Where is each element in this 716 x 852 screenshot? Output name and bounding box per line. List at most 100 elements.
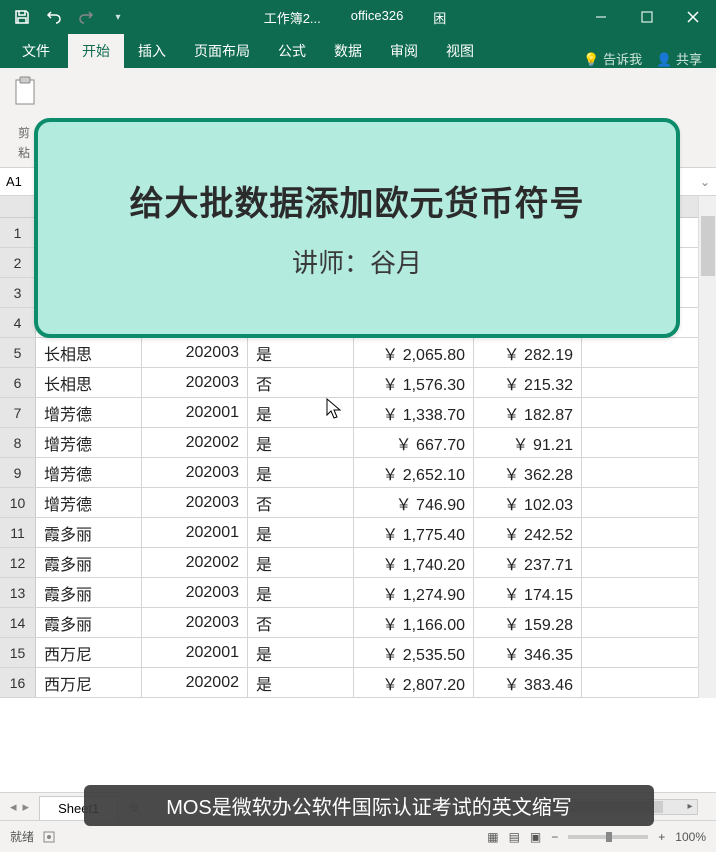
tell-me[interactable]: 💡 告诉我 (583, 49, 642, 68)
row-header[interactable]: 10 (0, 488, 36, 517)
tab-insert[interactable]: 插入 (124, 34, 180, 68)
cell-batch[interactable]: 202002 (142, 668, 248, 697)
cell-type[interactable]: 霞多丽 (36, 548, 142, 577)
row-header[interactable]: 8 (0, 428, 36, 457)
cell-batch[interactable]: 202003 (142, 488, 248, 517)
cell-type[interactable]: 西万尼 (36, 638, 142, 667)
zoom-in-icon[interactable]: + (658, 830, 665, 844)
cell-cn-price[interactable]: ￥ 2,652.10 (354, 458, 474, 487)
formula-dropdown-icon[interactable]: ⌄ (694, 175, 716, 189)
cell-type[interactable]: 西万尼 (36, 668, 142, 697)
cell-cn-price[interactable]: ￥ 1,274.90 (354, 578, 474, 607)
sheet-nav[interactable]: ◂▸ (0, 799, 39, 815)
row-header[interactable]: 13 (0, 578, 36, 607)
cell-type[interactable]: 霞多丽 (36, 608, 142, 637)
select-all-corner[interactable] (0, 196, 36, 217)
cell-organic[interactable]: 是 (248, 548, 354, 577)
cell-organic[interactable]: 是 (248, 428, 354, 457)
row-header[interactable]: 9 (0, 458, 36, 487)
cell-eu-price[interactable]: ￥ 242.52 (474, 518, 582, 547)
qat-dropdown-icon[interactable]: ▾ (104, 3, 132, 31)
cell-cn-price[interactable]: ￥ 1,576.30 (354, 368, 474, 397)
cell-cn-price[interactable]: ￥ 1,166.00 (354, 608, 474, 637)
cell-type[interactable]: 增芳德 (36, 398, 142, 427)
cell-eu-price[interactable]: ￥ 282.19 (474, 338, 582, 367)
view-break-icon[interactable]: ▣ (530, 830, 541, 844)
row-header[interactable]: 12 (0, 548, 36, 577)
cell-type[interactable]: 霞多丽 (36, 518, 142, 547)
view-layout-icon[interactable]: ▤ (509, 830, 520, 844)
view-normal-icon[interactable]: ▦ (487, 830, 498, 844)
cell-organic[interactable]: 是 (248, 668, 354, 697)
cell-organic[interactable]: 是 (248, 578, 354, 607)
cell-eu-price[interactable]: ￥ 91.21 (474, 428, 582, 457)
cell-eu-price[interactable]: ￥ 102.03 (474, 488, 582, 517)
zoom-out-icon[interactable]: − (551, 830, 558, 844)
cell-cn-price[interactable]: ￥ 1,740.20 (354, 548, 474, 577)
redo-icon[interactable] (72, 3, 100, 31)
cell-batch[interactable]: 202002 (142, 548, 248, 577)
tab-formulas[interactable]: 公式 (264, 34, 320, 68)
cell-eu-price[interactable]: ￥ 237.71 (474, 548, 582, 577)
cell-eu-price[interactable]: ￥ 159.28 (474, 608, 582, 637)
cell-eu-price[interactable]: ￥ 362.28 (474, 458, 582, 487)
cell-batch[interactable]: 202001 (142, 638, 248, 667)
cell-batch[interactable]: 202003 (142, 338, 248, 367)
row-header[interactable]: 6 (0, 368, 36, 397)
tab-view[interactable]: 视图 (432, 34, 488, 68)
cell-eu-price[interactable]: ￥ 383.46 (474, 668, 582, 697)
row-header[interactable]: 5 (0, 338, 36, 367)
cell-eu-price[interactable]: ￥ 215.32 (474, 368, 582, 397)
cell-eu-price[interactable]: ￥ 174.15 (474, 578, 582, 607)
row-header[interactable]: 7 (0, 398, 36, 427)
scroll-right-icon[interactable]: ▸ (683, 800, 697, 814)
row-header[interactable]: 2 (0, 248, 36, 277)
cell-organic[interactable]: 是 (248, 338, 354, 367)
cell-cn-price[interactable]: ￥ 746.90 (354, 488, 474, 517)
row-header[interactable]: 3 (0, 278, 36, 307)
zoom-slider[interactable] (568, 835, 648, 839)
cell-type[interactable]: 增芳德 (36, 488, 142, 517)
row-header[interactable]: 1 (0, 218, 36, 247)
row-header[interactable]: 15 (0, 638, 36, 667)
cell-type[interactable]: 长相思 (36, 338, 142, 367)
tab-file[interactable]: 文件 (4, 34, 68, 68)
cell-cn-price[interactable]: ￥ 667.70 (354, 428, 474, 457)
cell-organic[interactable]: 否 (248, 488, 354, 517)
share-button[interactable]: 👤 共享 (656, 49, 702, 68)
row-header[interactable]: 16 (0, 668, 36, 697)
maximize-icon[interactable] (624, 0, 670, 34)
minimize-icon[interactable] (578, 0, 624, 34)
cell-organic[interactable]: 否 (248, 368, 354, 397)
cell-batch[interactable]: 202003 (142, 578, 248, 607)
cell-eu-price[interactable]: ￥ 182.87 (474, 398, 582, 427)
cell-batch[interactable]: 202002 (142, 428, 248, 457)
cell-cn-price[interactable]: ￥ 1,338.70 (354, 398, 474, 427)
cell-cn-price[interactable]: ￥ 1,775.40 (354, 518, 474, 547)
cell-organic[interactable]: 否 (248, 608, 354, 637)
cell-organic[interactable]: 是 (248, 518, 354, 547)
cell-type[interactable]: 长相思 (36, 368, 142, 397)
tab-data[interactable]: 数据 (320, 34, 376, 68)
row-header[interactable]: 11 (0, 518, 36, 547)
cell-batch[interactable]: 202001 (142, 518, 248, 547)
cell-eu-price[interactable]: ￥ 346.35 (474, 638, 582, 667)
tab-layout[interactable]: 页面布局 (180, 34, 264, 68)
cell-cn-price[interactable]: ￥ 2,807.20 (354, 668, 474, 697)
cell-batch[interactable]: 202003 (142, 608, 248, 637)
save-icon[interactable] (8, 3, 36, 31)
cell-batch[interactable]: 202001 (142, 398, 248, 427)
close-icon[interactable] (670, 0, 716, 34)
cell-organic[interactable]: 是 (248, 638, 354, 667)
cell-type[interactable]: 增芳德 (36, 428, 142, 457)
tab-review[interactable]: 审阅 (376, 34, 432, 68)
cell-cn-price[interactable]: ￥ 2,535.50 (354, 638, 474, 667)
row-header[interactable]: 4 (0, 308, 36, 337)
cell-type[interactable]: 霞多丽 (36, 578, 142, 607)
zoom-level[interactable]: 100% (675, 830, 706, 844)
cell-cn-price[interactable]: ￥ 2,065.80 (354, 338, 474, 367)
cell-batch[interactable]: 202003 (142, 368, 248, 397)
macro-record-icon[interactable] (42, 830, 56, 844)
undo-icon[interactable] (40, 3, 68, 31)
cell-batch[interactable]: 202003 (142, 458, 248, 487)
